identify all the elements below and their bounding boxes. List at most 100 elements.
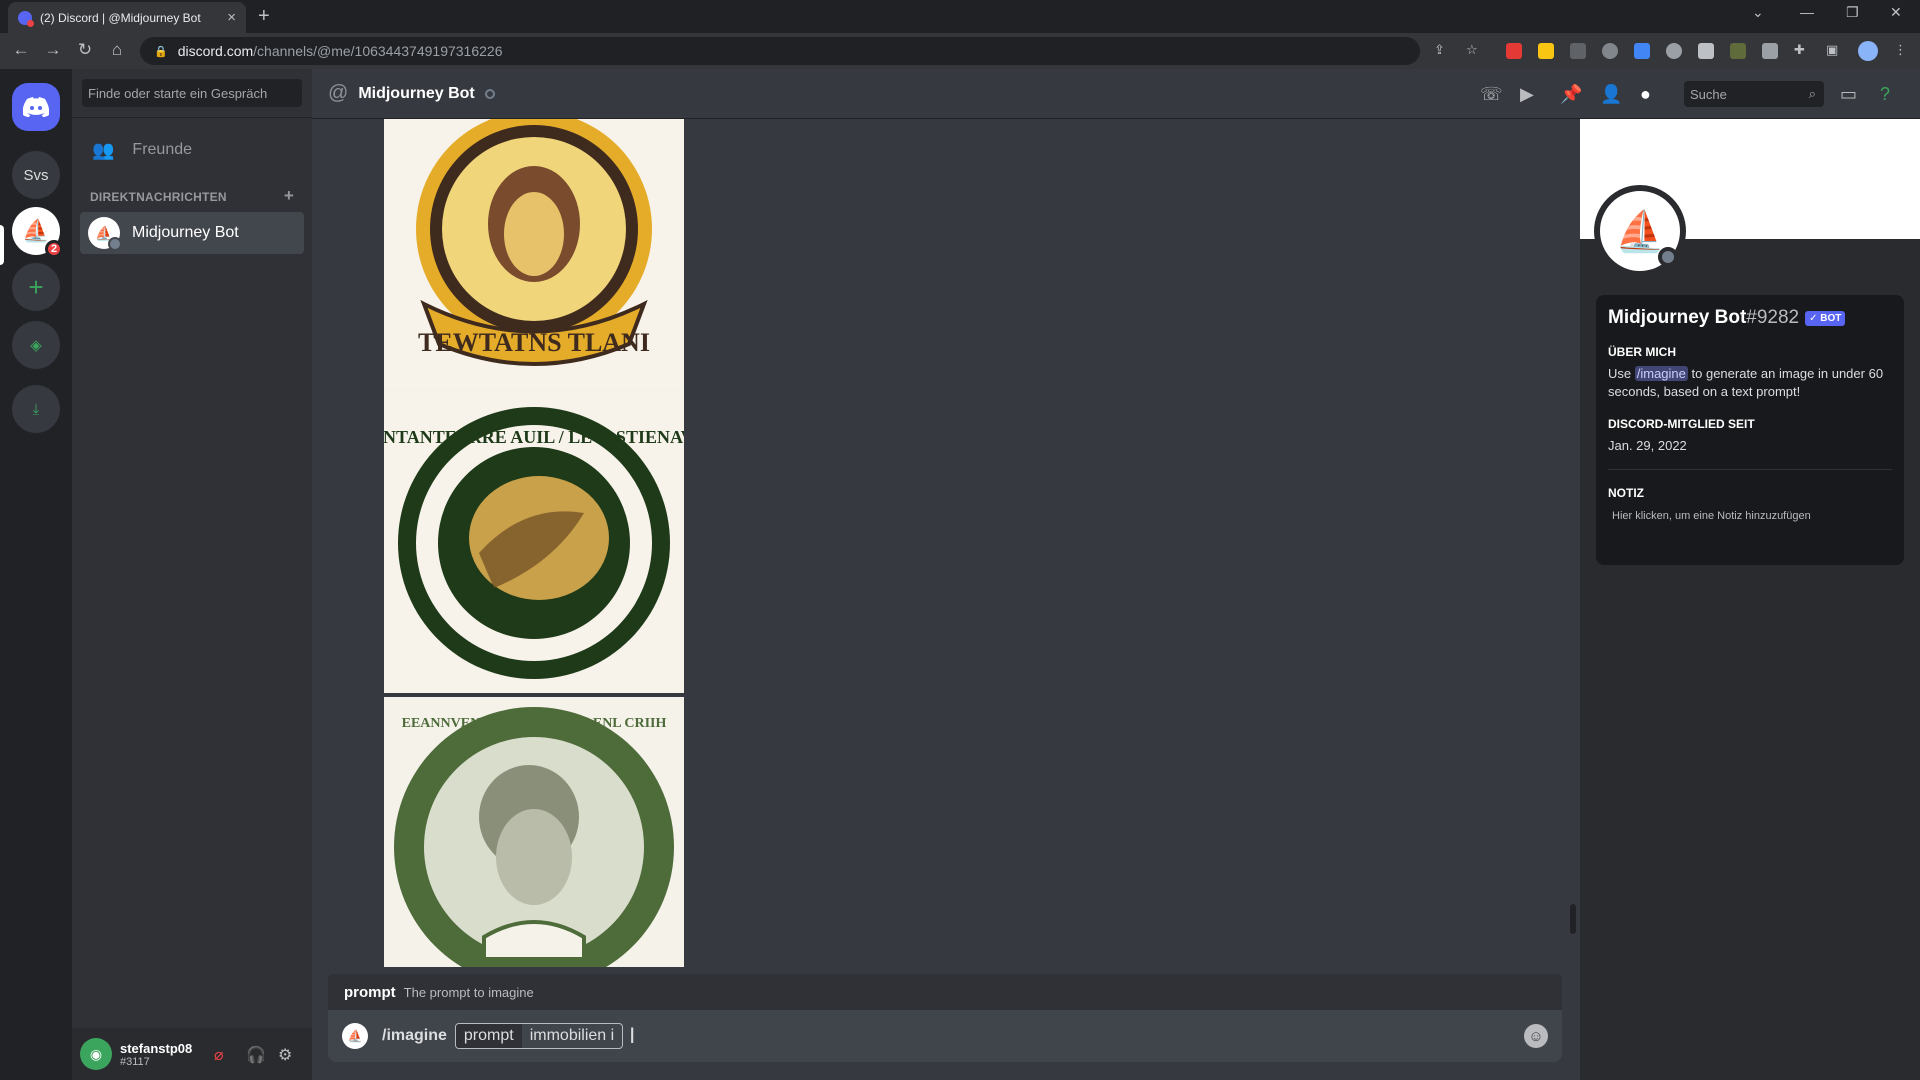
browser-toolbar: ← → ↻ ⌂ 🔒 discord.com /channels/@me/1063… bbox=[0, 33, 1920, 69]
user-profile-panel: ⛵ Midjourney Bot #9282 ✓ BOT ÜBER MICH U… bbox=[1580, 119, 1920, 1080]
help-icon[interactable]: ? bbox=[1880, 84, 1890, 105]
user-avatar[interactable]: ◉ bbox=[80, 1038, 112, 1070]
selected-server-pill bbox=[0, 225, 4, 265]
reload-icon[interactable]: ↻ bbox=[74, 40, 96, 60]
openai-extension-icon[interactable] bbox=[1666, 43, 1682, 59]
dm-item-midjourney-bot[interactable]: ⛵ Midjourney Bot bbox=[80, 212, 304, 254]
command-option-hint: prompt The prompt to imagine bbox=[328, 974, 1562, 1010]
browser-tab[interactable]: (2) Discord | @Midjourney Bot × bbox=[8, 2, 246, 33]
add-server-button[interactable]: + bbox=[12, 263, 60, 311]
discord-logo-icon bbox=[23, 97, 49, 117]
pin-icon[interactable]: 📌 bbox=[1560, 84, 1582, 105]
option-value: immobilien i bbox=[529, 1027, 615, 1044]
search-placeholder: Suche bbox=[1690, 87, 1727, 102]
profile-tag: #9282 bbox=[1746, 307, 1800, 328]
explore-servers-button[interactable]: ◈ bbox=[12, 321, 60, 369]
share-icon[interactable]: ⇪ bbox=[1434, 42, 1445, 58]
chrome-menu-icon[interactable]: ⋮ bbox=[1894, 42, 1907, 58]
settings-gear-icon[interactable]: ⚙ bbox=[278, 1045, 292, 1065]
close-window-icon[interactable]: ✕ bbox=[1890, 4, 1902, 21]
restore-icon[interactable]: ❐ bbox=[1846, 4, 1859, 21]
generated-image[interactable]: EEANNVENT EAEAGR / TRAENL CRIIH bbox=[384, 697, 684, 967]
headphones-icon[interactable]: 🎧 bbox=[246, 1045, 266, 1065]
extension-icon[interactable] bbox=[1634, 43, 1650, 59]
divider bbox=[1608, 469, 1892, 470]
user-profile-toggle-icon[interactable]: ● bbox=[1640, 84, 1651, 105]
extension-icon[interactable] bbox=[1570, 43, 1586, 59]
profile-name: Midjourney Bot #9282 ✓ BOT bbox=[1608, 307, 1892, 329]
option-name: prompt bbox=[455, 1024, 522, 1048]
mute-mic-icon[interactable]: ⌀ bbox=[214, 1045, 224, 1065]
generated-image[interactable]: LATNTANTEERRE AUIL / LEVASTIENAVIIV bbox=[384, 393, 684, 693]
discord-home-button[interactable] bbox=[12, 83, 60, 131]
divider bbox=[72, 117, 312, 118]
extension-icon[interactable] bbox=[1538, 43, 1554, 59]
create-dm-icon[interactable]: + bbox=[284, 187, 294, 204]
adblock-extension-icon[interactable] bbox=[1506, 43, 1522, 59]
extension-icon[interactable] bbox=[1730, 43, 1746, 59]
friends-nav-item[interactable]: 👥 Freunde bbox=[80, 129, 304, 171]
emblem-caption: TEWTATNS TLANI bbox=[418, 328, 650, 357]
sailboat-icon: ⛵ bbox=[347, 1029, 363, 1043]
tab-search-icon[interactable]: ⌄ bbox=[1752, 4, 1764, 21]
discord-favicon-icon bbox=[18, 10, 34, 27]
profile-avatar[interactable] bbox=[1858, 41, 1878, 61]
about-pre: Use bbox=[1608, 366, 1632, 381]
close-tab-icon[interactable]: × bbox=[227, 9, 236, 26]
home-icon[interactable]: ⌂ bbox=[106, 40, 128, 60]
url-host: discord.com bbox=[177, 43, 254, 59]
download-icon: ⤓ bbox=[32, 400, 40, 418]
generated-image[interactable]: TEWTATNS TLANI bbox=[384, 119, 684, 419]
browser-tab-strip: (2) Discord | @Midjourney Bot × + ⌄ — ❐ … bbox=[0, 0, 1920, 33]
emblem-image: TEWTATNS TLANI bbox=[384, 119, 684, 389]
forward-icon[interactable]: → bbox=[42, 40, 64, 60]
dm-section-title: DIREKTNACHRICHTEN bbox=[90, 190, 227, 204]
extensions-puzzle-icon[interactable]: ✚ bbox=[1794, 42, 1805, 58]
emblem-caption: EEANNVENT EAEAGR / TRAENL CRIIH bbox=[402, 716, 667, 731]
offline-status-icon bbox=[1658, 247, 1678, 267]
extension-icon[interactable] bbox=[1698, 43, 1714, 59]
message-area: TEWTATNS TLANI LATNTANTEERRE AUIL / LEVA… bbox=[312, 119, 1580, 1080]
note-input[interactable]: Hier klicken, um eine Notiz hinzuzufügen bbox=[1608, 510, 1892, 522]
profile-avatar[interactable]: ⛵ bbox=[1594, 185, 1686, 277]
server-svs[interactable]: Svs bbox=[12, 151, 60, 199]
globe-extension-icon[interactable] bbox=[1602, 43, 1618, 59]
back-icon[interactable]: ← bbox=[10, 40, 32, 60]
camera-extension-icon[interactable] bbox=[1762, 43, 1778, 59]
video-call-icon[interactable]: ▶ bbox=[1520, 84, 1534, 105]
address-bar[interactable]: 🔒 discord.com /channels/@me/106344374919… bbox=[140, 37, 1420, 65]
search-icon: ⌕ bbox=[1808, 86, 1816, 101]
at-sign-icon: @ bbox=[328, 82, 349, 104]
profile-username: Midjourney Bot bbox=[1608, 307, 1747, 328]
server-midjourney[interactable]: ⛵ 2 bbox=[12, 207, 63, 258]
message-composer[interactable]: ⛵ /imagine prompt immobilien i I ☺ bbox=[328, 1010, 1562, 1062]
voice-call-icon[interactable]: ☏ bbox=[1480, 84, 1503, 105]
emoji-picker-icon[interactable]: ☺ bbox=[1524, 1024, 1548, 1048]
imagine-command-link[interactable]: /imagine bbox=[1634, 366, 1688, 381]
mention-badge: 2 bbox=[45, 240, 63, 258]
lock-icon: 🔒 bbox=[154, 45, 168, 58]
option-description: The prompt to imagine bbox=[403, 984, 534, 1000]
compass-icon: ◈ bbox=[30, 337, 42, 354]
channel-header: @ Midjourney Bot ☏ ▶ 📌 👤 ● Suche ⌕ ▭ ? bbox=[312, 69, 1920, 119]
search-input[interactable]: Suche ⌕ bbox=[1684, 81, 1824, 107]
emblem-image: LATNTANTEERRE AUIL / LEVASTIENAVIIV bbox=[384, 393, 684, 693]
channel-title: Midjourney Bot bbox=[358, 84, 475, 102]
emblem-image: EEANNVENT EAEAGR / TRAENL CRIIH bbox=[384, 697, 684, 967]
minimize-icon[interactable]: — bbox=[1800, 4, 1814, 20]
download-apps-button[interactable]: ⤓ bbox=[12, 385, 60, 433]
dm-search-button[interactable]: Finde oder starte ein Gespräch bbox=[82, 79, 302, 107]
bookmark-star-icon[interactable]: ☆ bbox=[1466, 42, 1478, 58]
sailboat-icon: ⛵ bbox=[95, 224, 113, 241]
new-tab-icon[interactable]: + bbox=[258, 5, 270, 28]
user-panel: ◉ stefanstp08 #3117 ⌀ 🎧 ⚙ bbox=[72, 1028, 312, 1080]
side-panel-icon[interactable]: ▣ bbox=[1826, 42, 1838, 58]
user-info[interactable]: stefanstp08 #3117 bbox=[120, 1041, 192, 1068]
inbox-icon[interactable]: ▭ bbox=[1840, 84, 1857, 105]
scrollbar-thumb[interactable] bbox=[1570, 904, 1576, 934]
dm-item-label: Midjourney Bot bbox=[132, 224, 239, 241]
tab-title: (2) Discord | @Midjourney Bot bbox=[40, 10, 201, 25]
add-friend-icon[interactable]: 👤 bbox=[1600, 84, 1622, 105]
friends-icon: 👥 bbox=[92, 139, 115, 160]
command-option-input[interactable]: prompt immobilien i bbox=[454, 1023, 624, 1049]
